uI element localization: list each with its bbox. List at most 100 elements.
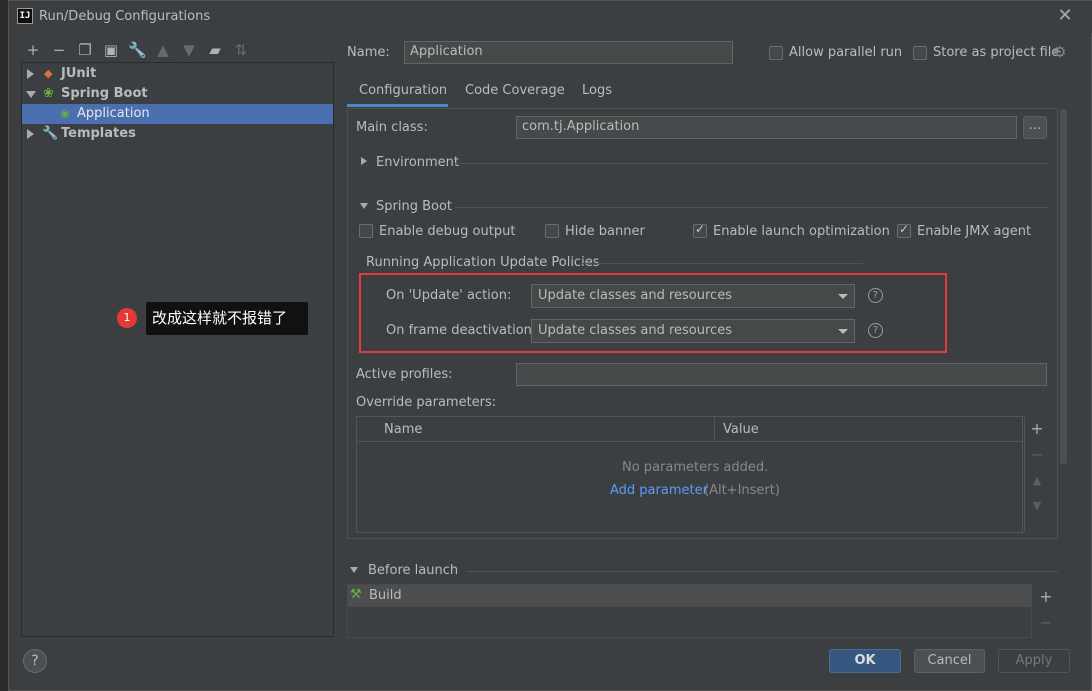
add-icon[interactable]: +	[1035, 586, 1057, 608]
add-icon[interactable]: +	[24, 41, 42, 59]
tab-configuration[interactable]: Configuration	[347, 81, 448, 107]
build-label: Build	[369, 588, 402, 603]
tree-item-application[interactable]: ❀ Application	[22, 104, 333, 124]
hammer-icon: ⚒	[350, 587, 362, 602]
help-icon[interactable]: ?	[868, 288, 883, 303]
column-divider	[714, 417, 715, 442]
environment-divider	[455, 163, 1049, 164]
enable-debug-label: Enable debug output	[379, 224, 516, 239]
remove-icon[interactable]: −	[1035, 612, 1057, 634]
policies-divider	[581, 263, 863, 264]
policies-title: Running Application Update Policies	[366, 255, 600, 270]
before-launch-title[interactable]: Before launch	[368, 563, 458, 578]
environment-section[interactable]: Environment	[376, 155, 459, 170]
spring-boot-section[interactable]: Spring Boot	[376, 199, 452, 214]
add-parameter-link[interactable]: Add parameter	[610, 483, 708, 498]
override-parameters-label: Override parameters:	[356, 395, 497, 410]
on-frame-select[interactable]: Update classes and resources	[531, 319, 855, 343]
spring-boot-divider	[455, 207, 1049, 208]
tree-item-spring-boot[interactable]: ❀ Spring Boot	[22, 84, 333, 104]
configuration-tree: ◆ JUnit ❀ Spring Boot ❀ Application 🔧 Te…	[21, 62, 334, 637]
before-launch-divider	[466, 571, 1058, 572]
move-up-icon[interactable]: ▲	[1026, 470, 1048, 492]
launch-optimization-checkbox[interactable]	[693, 222, 707, 238]
browse-button[interactable]: ...	[1023, 116, 1047, 139]
spring-boot-icon: ❀	[43, 86, 54, 101]
allow-parallel-checkbox[interactable]	[769, 46, 783, 60]
on-update-value: Update classes and resources	[538, 288, 732, 303]
store-project-checkbox[interactable]	[913, 46, 927, 60]
tree-item-label: JUnit	[61, 66, 97, 81]
collapse-arrow-icon[interactable]	[26, 91, 36, 98]
sort-icon[interactable]: ⇅	[232, 41, 250, 59]
move-down-icon[interactable]: ▼	[1026, 495, 1048, 517]
on-frame-value: Update classes and resources	[538, 323, 732, 338]
intellij-app-icon: IJ	[17, 8, 33, 24]
on-frame-label: On frame deactivation:	[386, 323, 537, 338]
store-project-label: Store as project file	[933, 45, 1060, 60]
launch-optimization-label: Enable launch optimization	[713, 224, 890, 239]
tree-item-label: Application	[77, 106, 150, 121]
move-up-icon[interactable]: ▲	[154, 41, 172, 59]
run-debug-dialog: IJ Run/Debug Configurations ✕ + − ❐ ▣ 🔧 …	[8, 0, 1092, 691]
apply-button[interactable]: Apply	[998, 649, 1070, 673]
cancel-button[interactable]: Cancel	[914, 649, 985, 673]
column-value-header[interactable]: Value	[723, 422, 759, 437]
override-parameters-table: Name Value No parameters added. Add para…	[356, 416, 1025, 533]
on-update-label: On 'Update' action:	[386, 288, 512, 303]
active-profiles-label: Active profiles:	[356, 367, 453, 382]
remove-icon[interactable]: −	[50, 41, 68, 59]
table-header: Name Value	[357, 417, 1022, 442]
hide-banner-checkbox[interactable]	[545, 224, 559, 238]
add-parameter-hint: (Alt+Insert)	[704, 483, 780, 498]
expand-arrow-icon[interactable]	[27, 69, 34, 79]
allow-parallel-label: Allow parallel run	[789, 45, 903, 60]
expand-arrow-icon[interactable]	[27, 129, 34, 139]
tab-code-coverage[interactable]: Code Coverage	[465, 81, 565, 107]
spring-app-icon: ❀	[60, 107, 71, 121]
tree-item-templates[interactable]: 🔧 Templates	[22, 124, 333, 144]
table-side-divider	[1024, 417, 1025, 532]
tab-divider	[347, 108, 1058, 109]
tree-item-junit[interactable]: ◆ JUnit	[22, 64, 333, 84]
scrollbar-thumb[interactable]	[1060, 109, 1067, 464]
remove-icon[interactable]: −	[1026, 444, 1048, 466]
main-class-field[interactable]: com.tj.Application	[516, 116, 1017, 139]
annotation-note: 改成这样就不报错了	[146, 302, 308, 335]
name-field[interactable]: Application	[404, 41, 733, 64]
save-icon[interactable]: ▣	[102, 41, 120, 59]
jmx-agent-label: Enable JMX agent	[917, 224, 1032, 239]
collapse-arrow-icon[interactable]	[360, 203, 368, 209]
wrench-icon: 🔧	[42, 126, 59, 141]
tab-logs[interactable]: Logs	[582, 81, 612, 107]
before-launch-list: ⚒ Build	[347, 584, 1032, 638]
move-down-icon[interactable]: ▼	[180, 41, 198, 59]
expand-arrow-icon[interactable]	[361, 157, 367, 165]
window-title: Run/Debug Configurations	[39, 9, 211, 24]
active-profiles-field[interactable]	[516, 363, 1047, 386]
list-item[interactable]: ⚒ Build	[348, 585, 1031, 607]
folder-icon[interactable]: ▰	[206, 41, 224, 59]
junit-icon: ◆	[44, 67, 53, 80]
copy-icon[interactable]: ❐	[76, 41, 94, 59]
ok-button[interactable]: OK	[829, 649, 901, 673]
collapse-arrow-icon[interactable]	[350, 567, 358, 573]
chevron-down-icon	[838, 329, 848, 334]
add-icon[interactable]: +	[1026, 418, 1048, 440]
enable-debug-checkbox[interactable]	[359, 224, 373, 238]
empty-state-text: No parameters added.	[622, 460, 769, 475]
jmx-agent-checkbox[interactable]	[897, 222, 911, 238]
on-update-select[interactable]: Update classes and resources	[531, 284, 855, 308]
tree-item-label: Spring Boot	[61, 86, 148, 101]
close-icon[interactable]: ✕	[1055, 6, 1075, 26]
hide-banner-label: Hide banner	[565, 224, 645, 239]
tree-item-label: Templates	[61, 126, 136, 141]
gear-icon[interactable]: ⚙	[1053, 43, 1066, 61]
wrench-icon[interactable]: 🔧	[128, 41, 147, 59]
help-icon[interactable]: ?	[868, 323, 883, 338]
help-button[interactable]: ?	[23, 649, 47, 673]
column-name-header[interactable]: Name	[384, 422, 422, 437]
name-label: Name:	[347, 45, 390, 60]
annotation-badge: 1	[117, 308, 137, 328]
main-class-label: Main class:	[356, 120, 428, 135]
